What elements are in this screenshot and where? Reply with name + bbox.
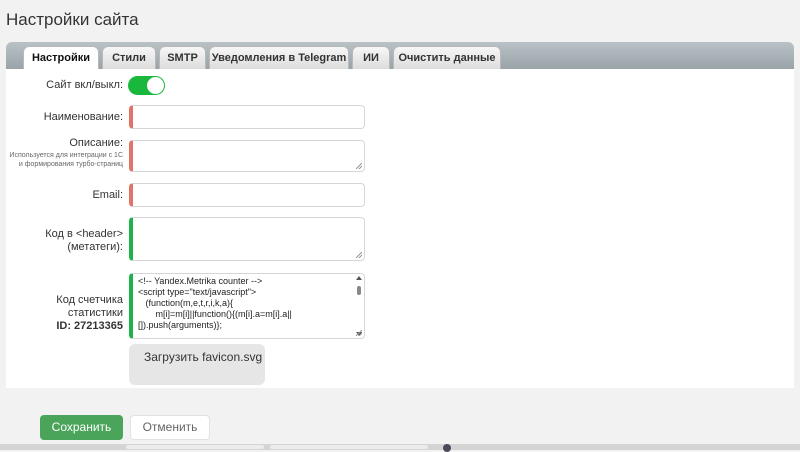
- stats-code-label: Код счетчика статистики: [56, 294, 123, 319]
- save-button[interactable]: Сохранить: [40, 415, 123, 440]
- description-hint: Используется для интеграции с 1С и форми…: [9, 152, 123, 168]
- tabs-bar: Настройки Стили SMTP Уведомления в Teleg…: [6, 42, 794, 70]
- tab-ai[interactable]: ИИ: [352, 46, 390, 69]
- stats-id: ID: 27213365: [56, 320, 123, 332]
- tab-smtp[interactable]: SMTP: [159, 46, 206, 69]
- page-title: Настройки сайта: [6, 10, 139, 29]
- stats-code-textarea[interactable]: <!-- Yandex.Metrika counter --> <script …: [129, 273, 365, 339]
- settings-panel: [6, 69, 794, 388]
- description-textarea[interactable]: [129, 140, 365, 172]
- resize-grip-icon[interactable]: [356, 252, 362, 258]
- header-code-textarea[interactable]: [129, 217, 365, 261]
- header-code-label: Код в <header> (метатеги):: [45, 228, 123, 253]
- tab-styles[interactable]: Стили: [102, 46, 156, 69]
- site-toggle-label: Сайт вкл/выкл:: [46, 79, 123, 91]
- tab-telegram-notifications[interactable]: Уведомления в Telegram: [209, 46, 349, 69]
- bottom-strip: [0, 444, 800, 452]
- strip-dot-icon: [443, 444, 451, 452]
- stats-code-label-block: Код счетчика статистики ID: 27213365: [6, 294, 123, 333]
- description-label-block: Описание: Используется для интеграции с …: [6, 137, 123, 169]
- site-toggle[interactable]: [128, 76, 165, 95]
- cancel-button[interactable]: Отменить: [130, 415, 210, 440]
- upload-favicon-button[interactable]: Загрузить favicon.svg: [129, 344, 265, 385]
- name-input[interactable]: [129, 105, 365, 129]
- name-label: Наименование:: [43, 111, 123, 123]
- email-input[interactable]: [129, 183, 365, 207]
- strip-segment: [270, 445, 428, 449]
- strip-segment: [126, 445, 264, 449]
- description-label: Описание:: [69, 137, 123, 149]
- toggle-knob: [147, 77, 164, 94]
- code-scrollbar[interactable]: [355, 276, 363, 336]
- tab-settings[interactable]: Настройки: [23, 46, 99, 70]
- scroll-thumb[interactable]: [357, 286, 361, 295]
- resize-grip-icon[interactable]: [356, 163, 362, 169]
- stats-code-text: <!-- Yandex.Metrika counter --> <script …: [138, 276, 292, 330]
- tab-clear-data[interactable]: Очистить данные: [393, 46, 501, 69]
- email-label: Email:: [92, 189, 123, 201]
- scroll-up-arrow-icon[interactable]: [356, 276, 362, 280]
- resize-grip-icon[interactable]: [356, 330, 362, 336]
